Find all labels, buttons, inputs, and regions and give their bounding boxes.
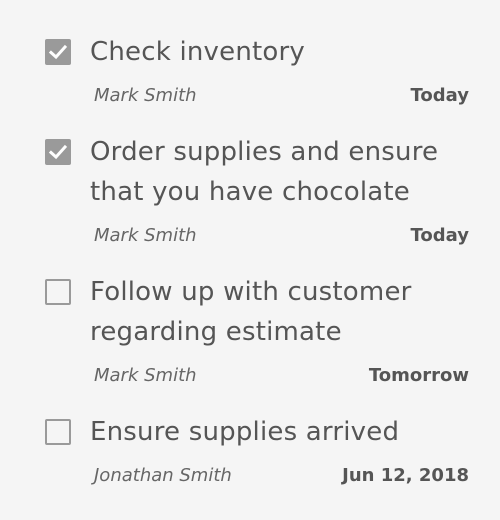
checkmark-icon [48, 44, 68, 60]
task-due-date: Today [410, 225, 469, 246]
task-assignee: Mark Smith [94, 225, 197, 246]
task-title[interactable]: Follow up with customer regarding estima… [90, 272, 485, 352]
task-due-date: Today [410, 85, 469, 106]
checkmark-icon [48, 144, 68, 160]
task-assignee: Mark Smith [94, 365, 197, 386]
task-title[interactable]: Ensure supplies arrived [90, 412, 485, 452]
task-checkbox-unchecked[interactable] [45, 419, 71, 445]
task-checkbox-checked[interactable] [45, 39, 71, 65]
task-checkbox-checked[interactable] [45, 139, 71, 165]
task-title[interactable]: Check inventory [90, 32, 485, 72]
task-list: Check inventory Mark Smith Today Order s… [0, 0, 500, 520]
task-title[interactable]: Order supplies and ensure that you have … [90, 132, 485, 212]
task-assignee: Jonathan Smith [94, 465, 232, 486]
task-due-date: Tomorrow [368, 365, 469, 386]
task-due-date: Jun 12, 2018 [342, 465, 469, 486]
task-checkbox-unchecked[interactable] [45, 279, 71, 305]
task-assignee: Mark Smith [94, 85, 197, 106]
